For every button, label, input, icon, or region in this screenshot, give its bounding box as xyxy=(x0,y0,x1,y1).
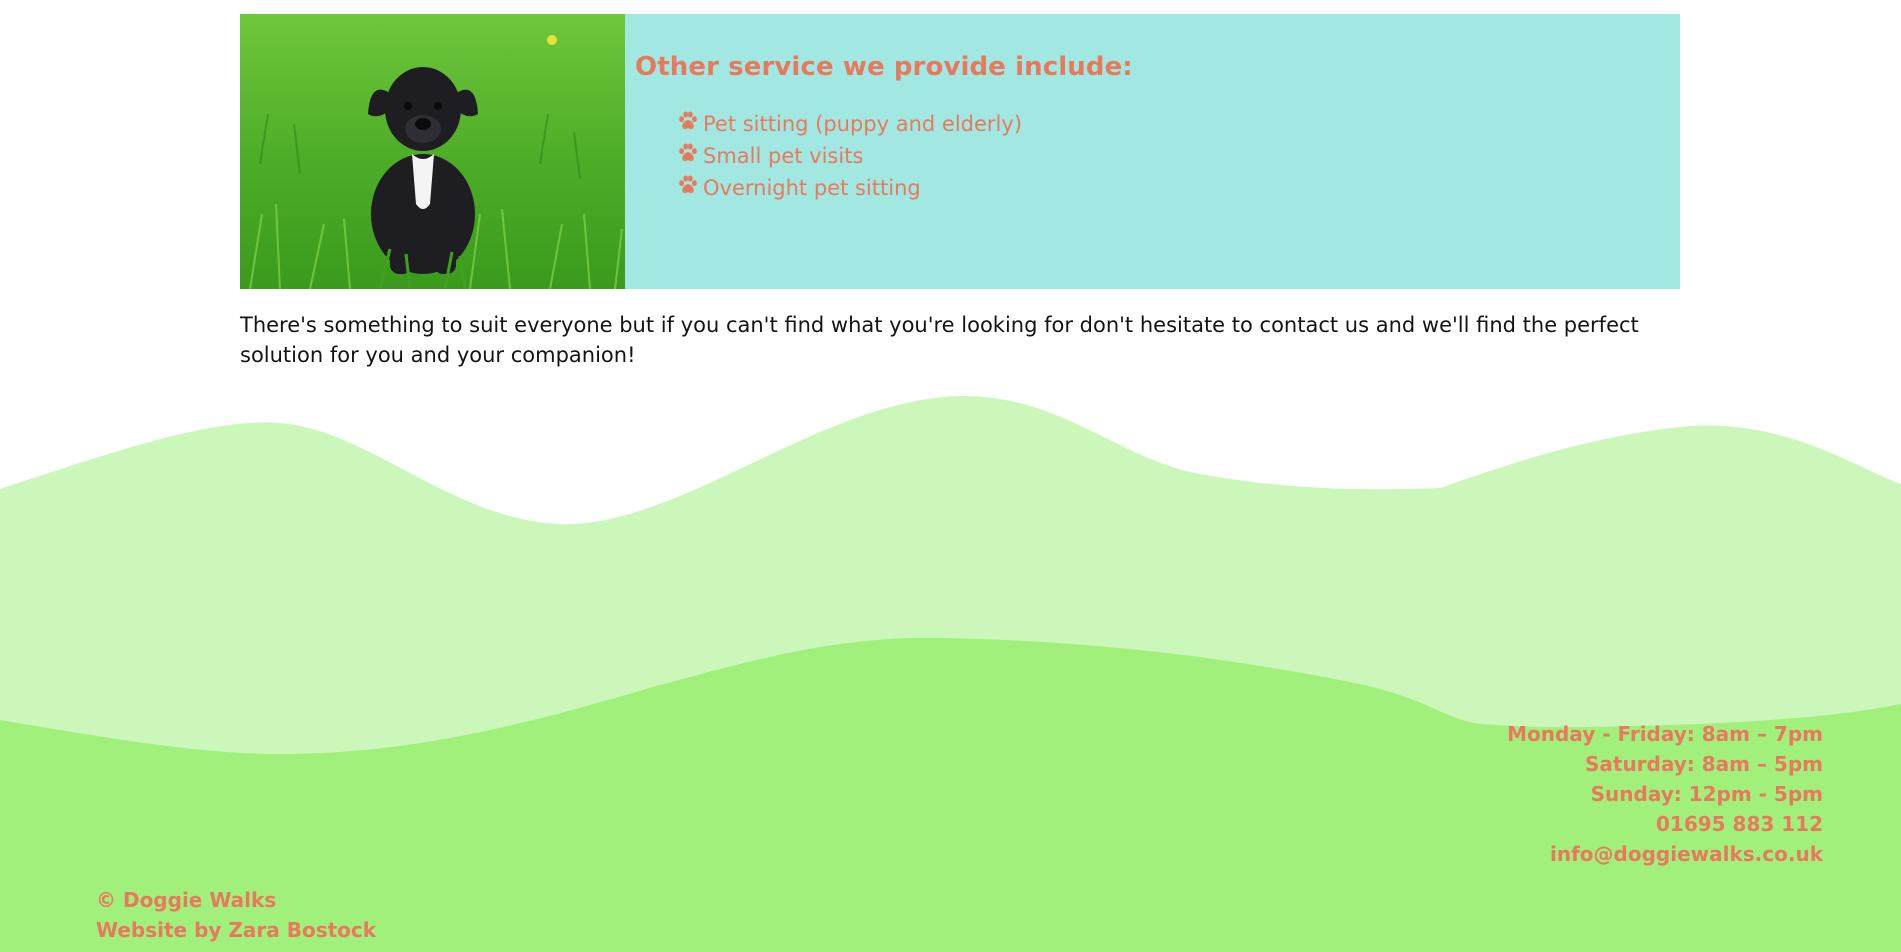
hours-weekdays: Monday - Friday: 8am – 7pm xyxy=(1507,722,1823,746)
list-item: Overnight pet sitting xyxy=(677,172,1133,204)
puppy-photo xyxy=(240,14,625,289)
services-title: Other service we provide include: xyxy=(635,52,1133,82)
paw-icon xyxy=(679,175,697,193)
hours-saturday: Saturday: 8am – 5pm xyxy=(1584,752,1823,776)
hours-sunday: Sunday: 12pm - 5pm xyxy=(1590,782,1823,806)
paw-icon xyxy=(679,111,697,129)
service-label: Overnight pet sitting xyxy=(703,176,921,200)
list-item: Pet sitting (puppy and elderly) xyxy=(677,108,1133,140)
services-list: Pet sitting (puppy and elderly) Small pe… xyxy=(677,108,1133,204)
services-panel: Other service we provide include: Pet si… xyxy=(240,14,1680,289)
paw-icon xyxy=(679,143,697,161)
copyright-text: © Doggie Walks xyxy=(96,888,277,912)
service-label: Small pet visits xyxy=(703,144,864,168)
phone-link[interactable]: 01695 883 112 xyxy=(1507,809,1823,839)
footer-credits: © Doggie Walks Website by Zara Bostock xyxy=(96,885,376,945)
service-label: Pet sitting (puppy and elderly) xyxy=(703,112,1023,136)
author-credit: Website by Zara Bostock xyxy=(96,918,377,942)
email-link[interactable]: info@doggiewalks.co.uk xyxy=(1507,839,1823,869)
list-item: Small pet visits xyxy=(677,140,1133,172)
intro-paragraph: There's something to suit everyone but i… xyxy=(240,313,1639,367)
services-content: Other service we provide include: Pet si… xyxy=(625,14,1133,289)
opening-hours: Monday - Friday: 8am – 7pm Saturday: 8am… xyxy=(1507,719,1823,869)
